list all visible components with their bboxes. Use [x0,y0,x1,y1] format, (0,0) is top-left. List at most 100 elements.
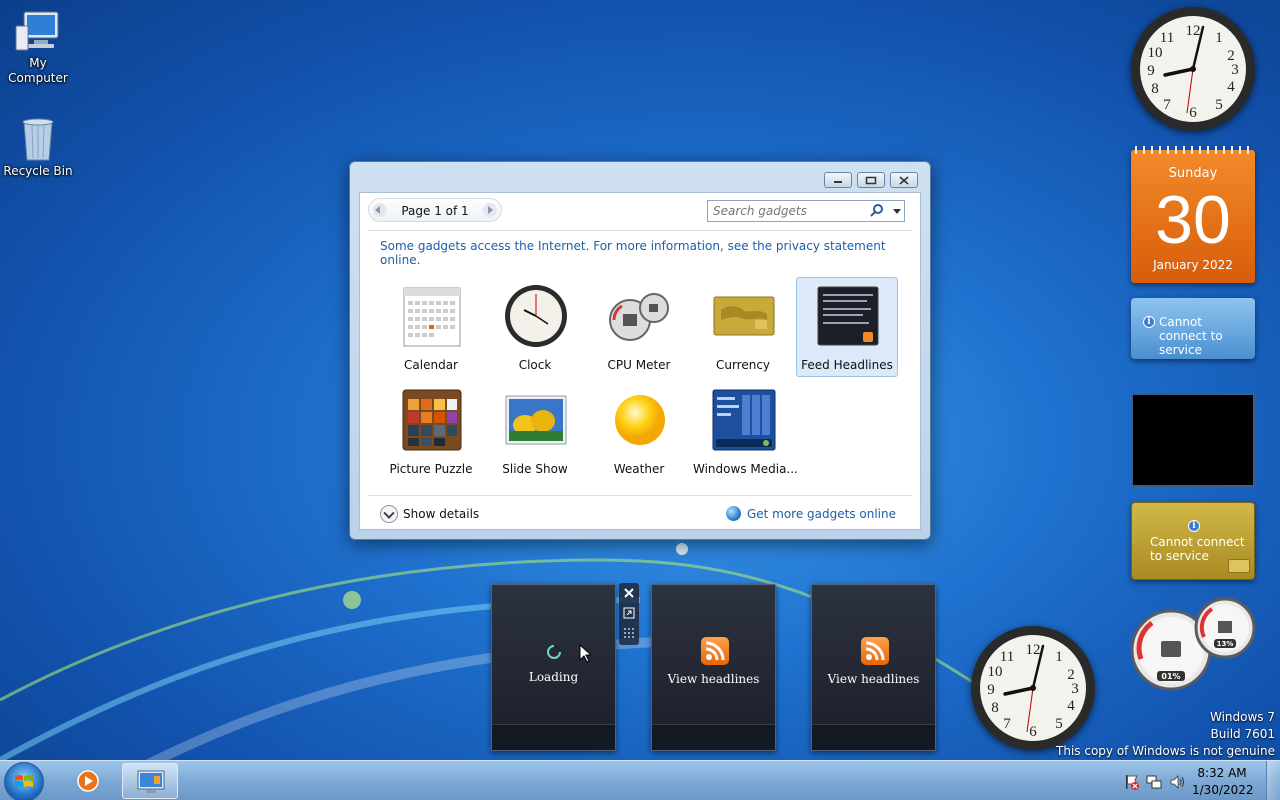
currency-gadget-icon [712,284,776,348]
feed-footer [492,724,615,750]
feed-headlines-gadget[interactable]: Loading [491,584,616,751]
taskbar-date: 1/30/2022 [1192,783,1254,797]
taskbar-gadgets-button[interactable] [122,763,178,799]
close-icon[interactable] [623,587,635,599]
svg-text:1: 1 [1215,30,1223,46]
show-details-button[interactable]: Show details [380,505,479,523]
gadget-feed-headlines[interactable]: Feed Headlines [796,277,898,377]
search-dropdown-button[interactable] [893,209,901,218]
feed-headlines-gadget[interactable]: View headlines [811,584,936,751]
close-button[interactable] [890,172,918,188]
svg-text:11: 11 [1000,649,1014,665]
taskbar: 8:32 AM 1/30/2022 [0,760,1280,800]
calendar-gadget[interactable]: Sunday 30 January 2022 [1131,146,1255,283]
feed-headlines-gadget-icon [816,284,880,348]
volume-icon[interactable] [1170,774,1186,790]
desktop-icon-my-computer[interactable]: My Computer [0,10,76,86]
gadget-calendar[interactable]: Calendar [380,277,482,377]
feed-status-text: Loading [528,670,579,684]
get-more-gadgets-link[interactable]: Get more gadgets online [725,506,896,521]
gadget-label: CPU Meter [607,358,671,372]
windows-watermark: Windows 7 Build 7601 This copy of Window… [1056,709,1275,760]
search-icon[interactable] [870,204,884,218]
rss-icon [861,637,889,665]
calendar-gadget-icon [400,284,464,348]
gadget-label: Currency [715,358,771,372]
gadget-windows-media[interactable]: Windows Media... [692,381,798,481]
gadget-picture-puzzle[interactable]: Picture Puzzle [380,381,482,481]
clock-gadget-top[interactable]: 12 1 2 3 4567 8 9 10 11 [1131,7,1255,131]
calendar-month: January 2022 [1153,258,1233,272]
cpu-percent: 01% [1161,672,1180,681]
feed-headlines-gadget[interactable]: View headlines [651,584,776,751]
get-more-gadgets-label: Get more gadgets online [746,506,896,521]
gadget-clock[interactable]: Clock [484,277,586,377]
weather-gadget[interactable]: i Cannot connect to service [1131,298,1255,359]
svg-text:6: 6 [1029,724,1037,740]
svg-text:9: 9 [1147,63,1155,79]
privacy-notice-link[interactable]: Some gadgets access the Internet. For mo… [380,239,920,267]
next-page-button[interactable] [483,203,497,217]
watermark-line-3: This copy of Windows is not genuine [1056,744,1275,758]
search-input[interactable] [708,201,858,221]
minimize-button[interactable] [824,172,852,188]
view-headlines-link[interactable]: View headlines [652,672,775,686]
taskbar-media-player-button[interactable] [60,763,116,799]
gadgets-window-icon [137,770,165,793]
desktop-icon-recycle-bin[interactable]: Recycle Bin [0,116,76,179]
cpu-meter-gadget-icon [608,284,672,348]
slide-show-gadget-icon [504,388,568,452]
show-details-label: Show details [403,507,480,521]
svg-text:12: 12 [1026,642,1041,658]
desktop-icon-label: My Computer [8,56,68,85]
globe-icon [725,506,741,521]
page-navigator: Page 1 of 1 [368,198,502,222]
svg-text:5: 5 [1215,97,1223,113]
mouse-cursor-icon [579,644,591,663]
calendar-date: 30 [1155,182,1231,258]
cpu-meter-gadget[interactable]: 01% 13% [1130,597,1256,691]
svg-text:11: 11 [1160,30,1174,46]
svg-text:8: 8 [991,700,999,716]
weather-sun-icon [608,388,672,452]
search-box [707,200,905,222]
taskbar-time: 8:32 AM [1197,766,1247,780]
svg-text:10: 10 [988,664,1003,680]
gadget-currency[interactable]: Currency [692,277,794,377]
feed-footer [812,724,935,750]
gadget-label: Picture Puzzle [389,462,473,476]
clock-gadget-icon [504,284,568,348]
divider [368,230,912,231]
calendar-day: Sunday [1168,166,1218,181]
minimize-icon [834,181,842,183]
close-icon [899,175,909,185]
slide-show-gadget[interactable] [1131,393,1255,487]
restore-icon [865,176,877,184]
rss-icon [701,637,729,665]
svg-text:8: 8 [1151,81,1159,97]
gadget-slide-show[interactable]: Slide Show [484,381,586,481]
chip-icon [1228,559,1250,573]
windows-logo-icon [15,775,33,787]
restore-button[interactable] [857,172,885,188]
gadget-weather[interactable]: Weather [588,381,690,481]
currency-gadget[interactable]: i Cannot connect to service [1131,502,1255,580]
drag-handle-icon[interactable] [623,627,635,639]
memory-percent: 13% [1217,640,1234,648]
network-icon[interactable] [1146,774,1162,790]
start-button[interactable] [4,762,44,800]
action-center-flag-icon[interactable] [1124,774,1140,790]
svg-text:3: 3 [1231,62,1239,78]
expand-icon[interactable] [623,607,635,619]
view-headlines-link[interactable]: View headlines [812,672,935,686]
gadget-label: Weather [613,462,665,476]
gadget-cpu-meter[interactable]: CPU Meter [588,277,690,377]
svg-text:6: 6 [1189,105,1197,121]
svg-text:4: 4 [1227,79,1235,95]
gadget-label: Calendar [404,358,458,372]
picture-puzzle-gadget-icon [400,388,464,452]
watermark-line-2: Build 7601 [1210,727,1275,741]
taskbar-clock[interactable]: 8:32 AM 1/30/2022 [1192,765,1254,799]
calendar-rings [1135,146,1251,154]
show-desktop-button[interactable] [1266,761,1280,800]
